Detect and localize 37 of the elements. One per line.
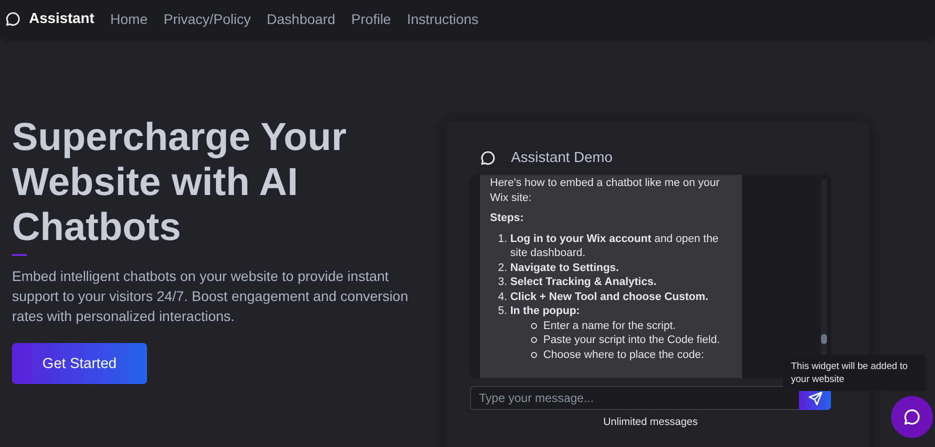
chat-widget-button[interactable] (891, 396, 933, 438)
step-text: Select Tracking & Analytics. (510, 275, 657, 290)
step-number: 4. (498, 290, 508, 304)
nav-link[interactable]: Privacy/Policy (164, 10, 251, 26)
bullet-icon (531, 352, 538, 358)
step-number: 1. (498, 232, 508, 246)
step-text: Navigate to Settings. (510, 260, 619, 275)
step-text: Choose where to place the code: (543, 348, 704, 362)
accent-line (12, 254, 27, 256)
chat-bubble-icon (903, 408, 921, 426)
bullet-icon (531, 337, 538, 344)
message-limit-text: Unlimited messages (602, 416, 699, 428)
send-icon (808, 390, 822, 406)
message-input-field[interactable]: Type your message... (470, 386, 799, 410)
hero-description: Embed intelligent chatbots on your website to provide instant support to your visitors 24/7. Boost engagement and conversion rates with personalized interactions. (12, 267, 410, 326)
bullet-icon (531, 322, 538, 329)
step-text: Paste your script into the Code field. (543, 333, 720, 348)
step-text: In the popup: (510, 304, 581, 318)
step-number: 2. (498, 260, 508, 275)
get-started-button[interactable]: Get Started (12, 343, 147, 384)
step-number: 5. (498, 304, 508, 319)
nav-link[interactable]: Dashboard (266, 10, 336, 26)
step-text: Enter a name for the script. (543, 318, 676, 333)
demo-title: Assistant Demo (511, 150, 613, 166)
nav-link[interactable]: Home (110, 10, 148, 26)
chat-bubble-icon (480, 150, 496, 166)
hero-title: Supercharge Your Website with AI Chatbots (12, 115, 348, 250)
widget-tooltip: This widget will be added to your website (783, 355, 927, 391)
brand-name[interactable]: Assistant (29, 10, 94, 26)
message-text: Here's how to embed a chatbot like me on your Wix site: (490, 176, 721, 205)
step-text: Log in to your Wix account and open the site dashboard. (510, 232, 720, 260)
message-heading: Steps: (490, 211, 525, 226)
step-number: 3. (498, 275, 508, 290)
nav-link[interactable]: Instructions (406, 10, 479, 26)
nav-link[interactable]: Profile (351, 10, 391, 26)
chat-bubble-icon (5, 10, 21, 26)
step-text: Click + New Tool and choose Custom. (510, 290, 708, 304)
